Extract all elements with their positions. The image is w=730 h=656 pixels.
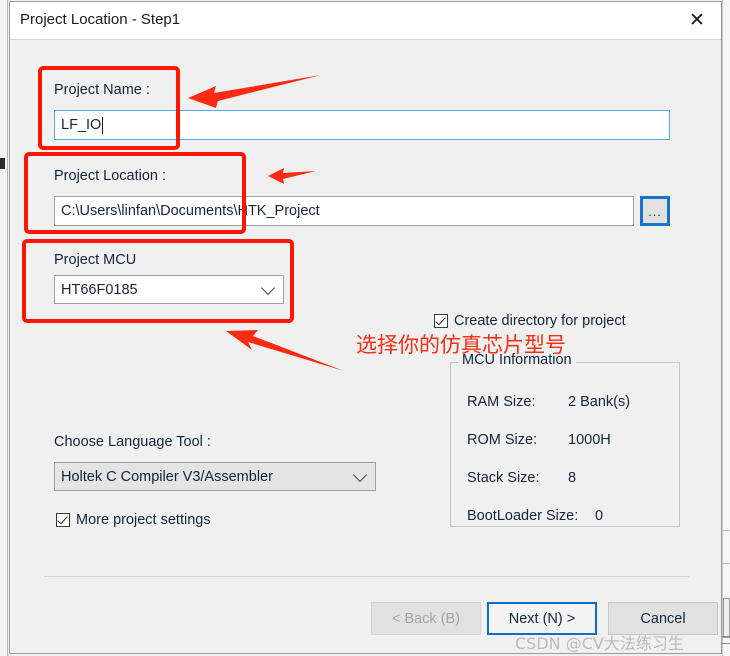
language-tool-select[interactable]: Holtek C Compiler V3/Assembler bbox=[54, 462, 376, 491]
project-name-label: Project Name : bbox=[54, 82, 150, 98]
background-window-right-edge bbox=[722, 0, 730, 656]
more-project-settings-label: More project settings bbox=[76, 512, 211, 528]
annotation-note-text: 选择你的仿真芯片型号 bbox=[356, 333, 566, 357]
next-button-label: Next (N) > bbox=[508, 610, 576, 627]
project-location-dialog: Project Location - Step1 ✕ Project Name … bbox=[9, 1, 722, 654]
chevron-down-icon bbox=[352, 467, 368, 482]
background-divider-4 bbox=[722, 643, 730, 644]
bootloader-size-value: 0 bbox=[595, 508, 604, 524]
create-directory-checkbox[interactable]: Create directory for project bbox=[434, 313, 626, 329]
text-caret bbox=[102, 116, 104, 134]
background-window-marker bbox=[0, 158, 5, 169]
ram-size-label: RAM Size: bbox=[467, 394, 536, 410]
background-divider-2 bbox=[722, 563, 730, 564]
project-location-label: Project Location : bbox=[54, 168, 167, 184]
project-location-value: C:\Users\linfan\Documents\HTK_Project bbox=[61, 203, 320, 219]
title-bar: Project Location - Step1 ✕ bbox=[10, 2, 721, 39]
stack-size-value: 8 bbox=[568, 470, 577, 486]
project-mcu-label: Project MCU bbox=[54, 252, 137, 268]
title-bar-separator bbox=[10, 39, 721, 40]
close-button[interactable]: ✕ bbox=[673, 2, 721, 38]
watermark-text: CSDN @CV大法练习生 bbox=[515, 634, 684, 653]
chevron-down-icon bbox=[260, 280, 276, 295]
rom-size-value: 1000H bbox=[568, 432, 611, 448]
browse-folder-button[interactable]: ... bbox=[640, 196, 670, 226]
bootloader-size-label: BootLoader Size: bbox=[467, 508, 579, 524]
window-title: Project Location - Step1 bbox=[20, 11, 181, 28]
background-divider-1 bbox=[722, 530, 730, 531]
back-button-label: < Back (B) bbox=[391, 610, 461, 627]
ellipsis-icon: ... bbox=[648, 203, 662, 219]
project-mcu-select[interactable]: HT66F0185 bbox=[54, 275, 284, 304]
language-tool-label: Choose Language Tool : bbox=[54, 434, 211, 450]
background-panel-fragment bbox=[723, 598, 730, 638]
project-name-value: LF_IO bbox=[61, 117, 102, 133]
dialog-right-border bbox=[722, 0, 723, 656]
cancel-button-label: Cancel bbox=[640, 610, 686, 627]
project-mcu-value: HT66F0185 bbox=[61, 281, 138, 298]
background-window-left-edge bbox=[0, 0, 8, 656]
close-icon: ✕ bbox=[689, 8, 705, 31]
ram-size-value: 2 Bank(s) bbox=[568, 394, 631, 410]
back-button[interactable]: < Back (B) bbox=[371, 602, 481, 635]
more-project-settings-checkbox[interactable]: More project settings bbox=[56, 512, 211, 528]
rom-size-label: ROM Size: bbox=[467, 432, 538, 448]
language-tool-value: Holtek C Compiler V3/Assembler bbox=[61, 468, 273, 485]
create-directory-label: Create directory for project bbox=[454, 313, 626, 329]
checkbox-checked-icon bbox=[434, 314, 448, 328]
background-divider-3 bbox=[722, 636, 730, 637]
project-location-input[interactable]: C:\Users\linfan\Documents\HTK_Project bbox=[54, 196, 634, 226]
project-name-input[interactable]: LF_IO bbox=[54, 110, 670, 140]
checkbox-checked-icon bbox=[56, 513, 70, 527]
stack-size-label: Stack Size: bbox=[467, 470, 540, 486]
footer-separator bbox=[44, 576, 689, 577]
